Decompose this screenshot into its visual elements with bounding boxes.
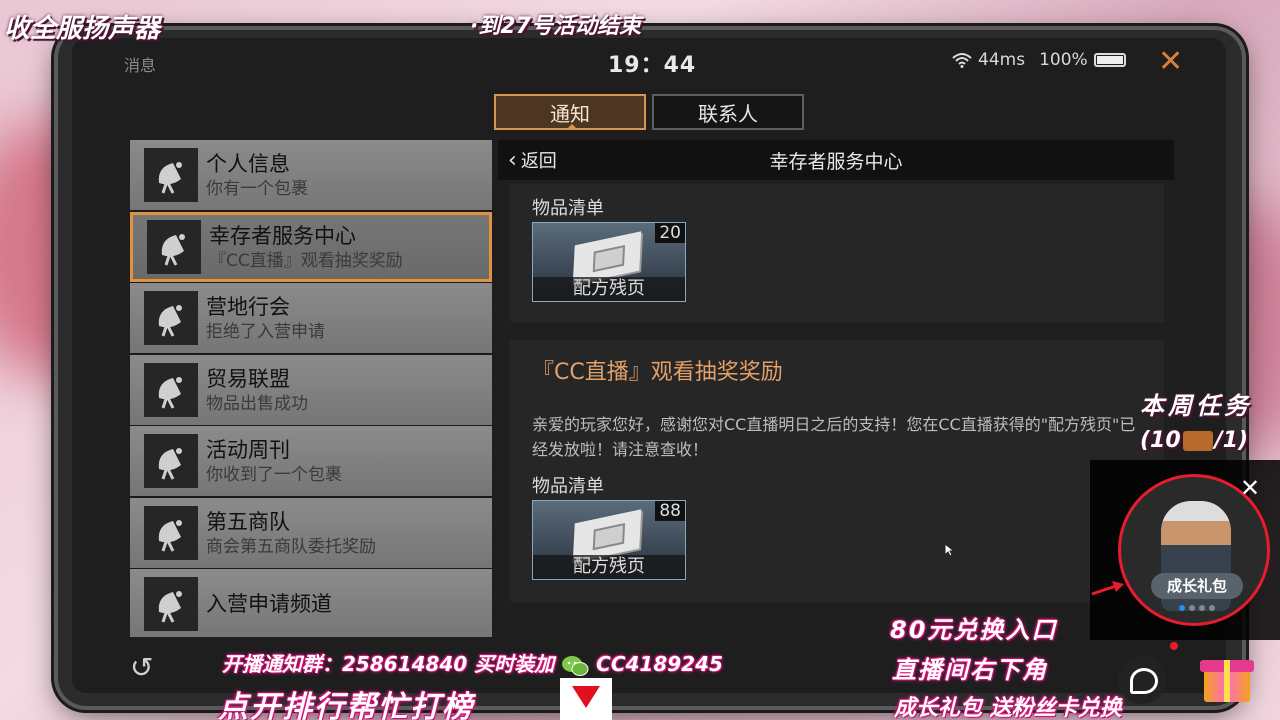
weekly-task-progress-start: (10	[1140, 428, 1181, 453]
mail-body: 亲爱的玩家您好，感谢您对CC直播明日之后的支持！您在CC直播获得的"配方残页"已…	[532, 415, 1136, 459]
item-count: 20	[655, 223, 685, 243]
game-screen: 消息 19：44 44ms 100% ✕ 通知 联系人 个人信息 你有一个包裹	[72, 38, 1226, 693]
reward-card-1: 物品清单 20 配方残页	[510, 184, 1164, 322]
weekly-task-progress-end: /1)	[1214, 428, 1249, 453]
close-icon[interactable]: ✕	[1240, 474, 1260, 502]
overlay-right-line2: 直播间右下角	[892, 656, 1048, 684]
message-title: 营地行会	[206, 295, 290, 319]
gift-icon[interactable]	[1198, 648, 1256, 704]
battery-text: 100%	[1039, 50, 1088, 70]
message-title: 贸易联盟	[206, 366, 290, 391]
message-subtitle: 拒绝了入营申请	[206, 322, 325, 342]
hammer-icon	[1182, 431, 1213, 451]
mail-heading: 『CC直播』观看抽奖奖励	[532, 360, 783, 385]
ping-text: 44ms	[978, 50, 1026, 70]
overlay-top-center: ·到27号活动结束	[470, 14, 641, 39]
chat-bubble-icon[interactable]	[1118, 656, 1166, 704]
back-button[interactable]: ‹ 返回	[508, 147, 557, 173]
item-count: 88	[655, 501, 685, 521]
message-subtitle: 你收到了一个包裹	[206, 465, 342, 485]
message-subtitle: 你有一个包裹	[206, 179, 308, 199]
item-slot-recipe-fragment[interactable]: 20 配方残页	[532, 222, 686, 302]
message-item-trade-union[interactable]: 贸易联盟 物品出售成功	[130, 354, 492, 425]
satellite-dish-icon	[144, 362, 198, 417]
status-indicators: 44ms 100%	[952, 50, 1126, 70]
message-item-camp-guild[interactable]: 营地行会 拒绝了入营申请	[130, 283, 492, 353]
overlay-right-line1: 80元兑换入口	[890, 616, 1058, 644]
satellite-dish-icon	[147, 219, 201, 274]
wechat-icon	[562, 655, 589, 676]
satellite-dish-icon	[144, 291, 198, 345]
message-title: 幸存者服务中心	[209, 223, 356, 248]
message-title: 第五商队	[206, 509, 290, 534]
chevron-left-icon: ‹	[508, 147, 517, 173]
message-detail-panel: ‹ 返回 幸存者服务中心 物品清单 20 配方残页 『CC直播』观看抽奖奖励 亲…	[498, 140, 1174, 660]
growth-pack-label: 成长礼包	[1151, 573, 1243, 599]
message-item-survivor-service[interactable]: 幸存者服务中心 『CC直播』观看抽奖奖励	[130, 211, 492, 282]
message-title: 个人信息	[206, 152, 290, 176]
satellite-dish-icon	[144, 505, 198, 560]
overlay-bottom-line1-text: 开播通知群：258614840 买时装加	[222, 652, 555, 676]
app-name: 消息	[124, 56, 157, 75]
growth-pack-panel: 成长礼包 ✕	[1090, 460, 1280, 640]
wifi-icon	[952, 53, 972, 68]
overlay-bottom-line2: 点开排行帮忙打榜	[218, 690, 474, 720]
message-item-camp-application[interactable]: 入营申请频道	[130, 569, 492, 639]
battery-icon	[1093, 53, 1126, 67]
message-subtitle: 物品出售成功	[206, 393, 308, 414]
red-arrow-icon	[1091, 581, 1124, 596]
message-subtitle: 商会第五商队委托奖励	[206, 536, 376, 557]
weekly-task-progress: (10/1)	[1140, 428, 1248, 453]
message-title: 入营申请频道	[206, 592, 332, 616]
notification-dot	[1170, 642, 1178, 650]
item-slot-recipe-fragment[interactable]: 88 配方残页	[532, 500, 686, 580]
overlay-bottom-line1: 开播通知群：258614840 买时装加 CC4189245	[222, 648, 723, 678]
message-item-weekly[interactable]: 活动周刊 你收到了一个包裹	[130, 426, 492, 496]
message-subtitle: 『CC直播』观看抽奖奖励	[209, 250, 403, 271]
overlay-right-line3: 成长礼包 送粉丝卡兑换	[894, 696, 1122, 720]
overlay-top-left: 收全服扬声器	[4, 14, 161, 44]
close-icon[interactable]: ✕	[1158, 44, 1183, 79]
tab-notifications[interactable]: 通知	[494, 94, 646, 130]
satellite-dish-icon	[144, 434, 198, 488]
play-badge-icon	[560, 678, 612, 720]
items-label: 物品清单	[532, 198, 604, 219]
reward-card-2: 『CC直播』观看抽奖奖励 亲爱的玩家您好，感谢您对CC直播明日之后的支持！您在C…	[510, 340, 1164, 602]
message-item-fifth-caravan[interactable]: 第五商队 商会第五商队委托奖励	[130, 497, 492, 568]
tab-contacts[interactable]: 联系人	[652, 94, 804, 130]
satellite-dish-icon	[144, 148, 198, 202]
message-item-personal[interactable]: 个人信息 你有一个包裹	[130, 140, 492, 210]
detail-header: ‹ 返回 幸存者服务中心	[498, 140, 1174, 180]
status-bar: 消息 19：44 44ms 100% ✕	[72, 38, 1226, 80]
undo-return-icon[interactable]: ↺	[130, 651, 153, 684]
message-title: 活动周刊	[206, 438, 290, 462]
message-list: 个人信息 你有一个包裹 幸存者服务中心 『CC直播』观看抽奖奖励 营地行会 拒绝…	[130, 140, 492, 660]
overlay-bottom-line1-id: CC4189245	[596, 652, 723, 676]
satellite-dish-icon	[144, 577, 198, 631]
tab-bar: 通知 联系人	[494, 94, 804, 130]
carousel-dots	[1179, 605, 1215, 611]
weekly-task-title: 本周任务	[1140, 392, 1252, 420]
detail-title: 幸存者服务中心	[769, 150, 903, 173]
item-name: 配方残页	[533, 277, 685, 301]
back-label: 返回	[520, 151, 557, 172]
mouse-cursor-icon	[944, 543, 956, 557]
items-label: 物品清单	[532, 476, 604, 497]
clock: 19：44	[608, 53, 697, 78]
item-name: 配方残页	[533, 555, 685, 579]
